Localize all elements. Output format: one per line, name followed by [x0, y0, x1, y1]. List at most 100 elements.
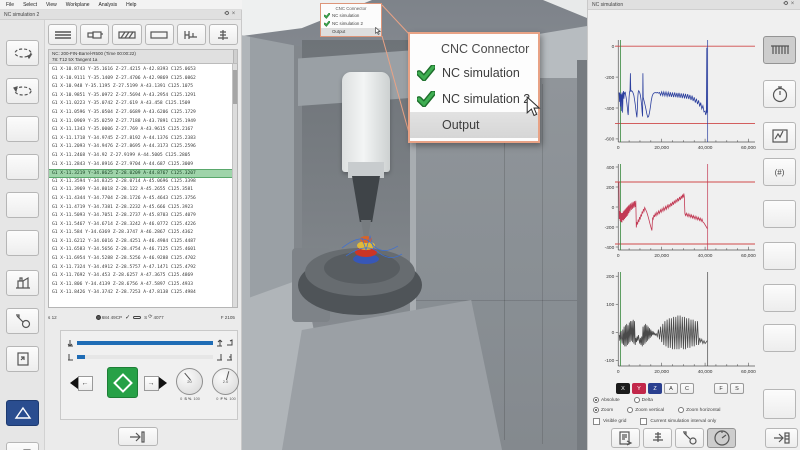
wrench-settings-button[interactable] — [675, 428, 704, 448]
radio-zoom[interactable]: Zoom — [593, 407, 613, 413]
chart-z-position[interactable]: 020,00040,00060,0000-200-400-600 — [591, 32, 759, 156]
document-button[interactable] — [6, 346, 39, 372]
gcode-line[interactable]: G1 X-11.584 Y-34.6369 Z-28.3747 A-46.286… — [52, 229, 237, 238]
chart-tool-empty-4[interactable] — [763, 324, 796, 352]
interval-end-icon[interactable] — [216, 339, 223, 347]
axis-button-a[interactable]: A — [664, 383, 678, 394]
gcode-line[interactable]: G1 X-11.7692 Y-34.453 Z-28.6257 A-47.367… — [52, 272, 237, 281]
tool-side-icon[interactable] — [80, 24, 109, 45]
gcode-line[interactable]: G1 X-11.806 Y-34.4139 Z-28.6756 A-47.589… — [52, 281, 237, 290]
close-icon[interactable]: × — [789, 1, 796, 8]
checkbox-current-simulation-interval-only[interactable]: Current simulation interval only — [640, 418, 716, 425]
radio-zoom-horizontal[interactable]: Zoom horizontal — [678, 407, 720, 413]
chart-x-position[interactable]: 020,00040,00060,0002001000-100 — [591, 264, 759, 380]
gcode-line[interactable]: G1 X-11.0223 Y-35.0742 Z-27.619 A-43.458… — [52, 100, 237, 109]
hash-values-button[interactable]: (#) — [763, 158, 796, 186]
menu-item-workplane[interactable]: Workplane — [66, 2, 90, 8]
radio-absolute[interactable]: Absolute — [593, 397, 620, 403]
close-icon[interactable]: × — [230, 11, 237, 18]
menu-item-help[interactable]: Help — [126, 2, 136, 8]
gcode-line[interactable]: G1 X-11.5093 Y-34.7051 Z-28.2737 A-45.87… — [52, 212, 237, 221]
gcode-line[interactable]: G1 X-10.948 Y-35.1195 Z-27.5199 A-43.139… — [52, 83, 237, 92]
gcode-line[interactable]: G1 X-10.8743 Y-35.1616 Z-27.4215 A-42.83… — [52, 66, 237, 75]
loop-icon[interactable] — [226, 339, 233, 347]
dropdown-item-mini[interactable]: Output — [321, 28, 381, 36]
axis-button-y[interactable]: Y — [632, 383, 646, 394]
view-dropdown-callout[interactable]: CNC Connector NC simulationNC simulation… — [408, 32, 540, 143]
gcode-line[interactable]: G1 X-11.2093 Y-34.9476 Z-27.8695 A-44.31… — [52, 143, 237, 152]
machine-button[interactable] — [6, 270, 39, 296]
menu-item-view[interactable]: View — [46, 2, 57, 8]
axis-button-c[interactable]: C — [680, 383, 694, 394]
gcode-line[interactable]: G1 X-11.3969 Y-34.8018 Z-28.122 A-45.265… — [52, 186, 237, 195]
gcode-line[interactable]: G1 X-11.3219 Y-34.8625 Z-28.0209 A-44.87… — [49, 169, 237, 178]
menu-item-select[interactable]: Select — [23, 2, 37, 8]
report-document-button[interactable] — [611, 428, 640, 448]
interval-start-icon[interactable] — [67, 339, 74, 347]
chart-tool-empty-1[interactable] — [763, 200, 796, 228]
comb-display-button[interactable] — [763, 36, 796, 64]
rotate-view-button[interactable] — [6, 40, 39, 66]
program-header-scrollbar[interactable] — [233, 50, 237, 63]
stopwatch-button[interactable] — [763, 80, 796, 108]
gcode-line[interactable]: G1 X-11.6954 Y-34.5288 Z-28.5256 A-46.92… — [52, 255, 237, 264]
dropdown-item[interactable]: NC simulation — [410, 60, 538, 86]
dropdown-item[interactable]: NC simulation 2 — [410, 86, 538, 112]
tool-holder-button[interactable] — [643, 428, 672, 448]
side-button-4[interactable] — [6, 154, 39, 180]
gcode-line[interactable]: G1 X-11.4719 Y-34.7381 Z-28.2232 A-45.66… — [52, 204, 237, 213]
analysis-triangle-button[interactable] — [6, 400, 39, 426]
total-progress-bar[interactable] — [77, 341, 213, 345]
gcode-line[interactable]: G1 X-11.1343 Y-35.0006 Z-27.769 A-43.961… — [52, 126, 237, 135]
dropdown-item-mini[interactable]: NC simulation 2 — [321, 20, 381, 28]
program-header[interactable]: NC: 200-FIN-Barrel-R500 (Time 00:00:22) … — [48, 49, 238, 64]
axis-button-z[interactable]: Z — [648, 383, 662, 394]
gauge-analysis-button[interactable] — [707, 428, 736, 448]
current-progress-bar[interactable] — [77, 355, 213, 359]
radio-delta[interactable]: Delta — [634, 397, 653, 403]
gcode-list[interactable]: G1 X-10.8743 Y-35.1616 Z-27.4215 A-42.83… — [48, 64, 238, 308]
axis-button-x[interactable]: X — [616, 383, 630, 394]
side-button-5[interactable] — [6, 192, 39, 218]
gcode-line[interactable]: G1 X-11.7324 Y-34.4912 Z-28.5757 A-47.14… — [52, 264, 237, 273]
chart-mode-button[interactable] — [763, 122, 796, 150]
gcode-line[interactable]: G1 X-11.2843 Y-34.8916 Z-27.9704 A-44.68… — [52, 161, 237, 170]
view-dropdown-mini[interactable]: CNC Connector NC simulationNC simulation… — [320, 3, 382, 37]
side-button-6[interactable] — [6, 230, 39, 256]
send-to-machine-button[interactable] — [118, 427, 158, 446]
single-step-icon[interactable] — [226, 353, 233, 361]
machine-bed-icon[interactable] — [177, 24, 206, 45]
spindle-override-knob[interactable]: 20 — [176, 368, 203, 395]
gcode-line[interactable]: G1 X-11.5467 Y-34.6714 Z-28.3242 A-46.07… — [52, 221, 237, 230]
chart-y-position[interactable]: 020,00040,00060,0004002000-200-400 — [591, 156, 759, 264]
gcode-line[interactable]: G1 X-11.3594 Y-34.8325 Z-28.0714 A-45.06… — [52, 178, 237, 187]
stock-icon[interactable] — [112, 24, 141, 45]
current-end-icon[interactable] — [216, 353, 223, 361]
axis-button-f[interactable]: F — [714, 383, 728, 394]
gcode-line[interactable]: G1 X-11.8426 Y-34.3742 Z-28.7253 A-47.81… — [52, 289, 237, 298]
workpiece-icon[interactable] — [145, 24, 174, 45]
gcode-line[interactable]: G1 X-11.4344 Y-34.7704 Z-28.1726 A-45.46… — [52, 195, 237, 204]
dropdown-item[interactable]: Output — [410, 112, 538, 138]
right-empty-button[interactable] — [763, 389, 796, 419]
side-button-3[interactable] — [6, 116, 39, 142]
gcode-line[interactable]: G1 X-11.0596 Y-35.0504 Z-27.6689 A-43.62… — [52, 109, 237, 118]
layers-icon[interactable] — [48, 24, 77, 45]
step-forward-button[interactable]: → — [143, 371, 167, 395]
step-back-button[interactable]: ← — [69, 371, 93, 395]
gcode-line[interactable]: G1 X-11.6583 Y-34.5656 Z-28.4754 A-46.71… — [52, 246, 237, 255]
pin-icon[interactable] — [223, 11, 230, 18]
chart-tool-empty-2[interactable] — [763, 242, 796, 270]
gcode-line[interactable]: G1 X-11.2468 Y-34.92 Z-27.9199 A-44.5005… — [52, 152, 237, 161]
current-start-icon[interactable] — [67, 353, 74, 361]
tool-vertical-icon[interactable] — [209, 24, 238, 45]
chart-tool-empty-3[interactable] — [763, 284, 796, 312]
machine-viewport[interactable]: CNC Connector NC simulationNC simulation… — [242, 0, 587, 450]
export-data-button[interactable] — [765, 428, 798, 448]
settings-wrench-button[interactable] — [6, 308, 39, 334]
gcode-line[interactable]: G1 X-10.9851 Y-35.0972 Z-27.5694 A-43.29… — [52, 92, 237, 101]
dropdown-item-mini[interactable]: NC simulation — [321, 12, 381, 20]
export-list-button[interactable] — [6, 442, 39, 450]
axis-button-s[interactable]: S — [730, 383, 744, 394]
checkbox-visible-grid[interactable]: Visible grid — [593, 418, 626, 425]
